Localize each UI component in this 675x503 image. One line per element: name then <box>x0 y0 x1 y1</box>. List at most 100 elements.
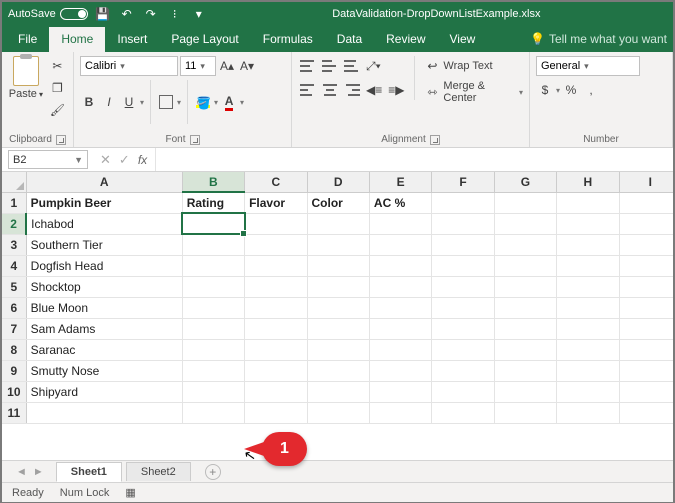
copy-icon[interactable]: ❐ <box>48 78 67 98</box>
cell-C5[interactable] <box>245 276 307 297</box>
tab-insert[interactable]: Insert <box>105 27 159 52</box>
cell-B7[interactable] <box>182 318 244 339</box>
row-header-9[interactable]: 9 <box>2 360 26 381</box>
tab-page-layout[interactable]: Page Layout <box>159 27 250 52</box>
font-size-combo[interactable]: 11▾ <box>180 56 216 76</box>
cell-F11[interactable] <box>432 402 494 423</box>
row-header-3[interactable]: 3 <box>2 234 26 255</box>
cell-E8[interactable] <box>369 339 431 360</box>
row-header-8[interactable]: 8 <box>2 339 26 360</box>
align-right-icon[interactable] <box>342 80 362 100</box>
cell-C7[interactable] <box>245 318 307 339</box>
italic-button[interactable]: I <box>100 92 118 112</box>
cell-D9[interactable] <box>307 360 369 381</box>
cell-A6[interactable]: Blue Moon <box>26 297 182 318</box>
cell-B9[interactable] <box>182 360 244 381</box>
row-header-2[interactable]: 2 <box>2 213 26 234</box>
tab-review[interactable]: Review <box>374 27 437 52</box>
cell-E10[interactable] <box>369 381 431 402</box>
dialog-launcher-icon[interactable] <box>190 135 200 145</box>
decrease-font-icon[interactable]: A▾ <box>238 56 256 76</box>
sheet-tab-1[interactable]: Sheet1 <box>56 462 122 482</box>
cell-G1[interactable] <box>494 192 556 213</box>
cell-F4[interactable] <box>432 255 494 276</box>
cell-F9[interactable] <box>432 360 494 381</box>
percent-button[interactable]: % <box>562 80 580 100</box>
spreadsheet-grid[interactable]: ABCDEFGHI1Pumpkin BeerRatingFlavorColorA… <box>2 172 673 460</box>
autosave-toggle[interactable]: AutoSave <box>8 8 88 20</box>
row-header-6[interactable]: 6 <box>2 297 26 318</box>
cell-G2[interactable] <box>494 213 556 234</box>
borders-button[interactable] <box>157 92 175 112</box>
align-center-icon[interactable] <box>320 80 340 100</box>
cell-C8[interactable] <box>245 339 307 360</box>
cell-H9[interactable] <box>557 360 619 381</box>
row-header-5[interactable]: 5 <box>2 276 26 297</box>
cell-E7[interactable] <box>369 318 431 339</box>
cell-I3[interactable] <box>619 234 673 255</box>
cell-H2[interactable] <box>557 213 619 234</box>
cell-G6[interactable] <box>494 297 556 318</box>
number-format-combo[interactable]: General▾ <box>536 56 640 76</box>
align-left-icon[interactable] <box>298 80 318 100</box>
cell-F6[interactable] <box>432 297 494 318</box>
cell-I8[interactable] <box>619 339 673 360</box>
cell-E11[interactable] <box>369 402 431 423</box>
col-header-D[interactable]: D <box>307 172 369 192</box>
col-header-F[interactable]: F <box>432 172 494 192</box>
cell-D3[interactable] <box>307 234 369 255</box>
cell-B6[interactable] <box>182 297 244 318</box>
row-header-11[interactable]: 11 <box>2 402 26 423</box>
save-icon[interactable]: 💾 <box>96 7 110 21</box>
font-name-combo[interactable]: Calibri▾ <box>80 56 178 76</box>
row-header-1[interactable]: 1 <box>2 192 26 213</box>
cell-E6[interactable] <box>369 297 431 318</box>
cell-B11[interactable] <box>182 402 244 423</box>
cell-F7[interactable] <box>432 318 494 339</box>
cell-C9[interactable] <box>245 360 307 381</box>
tell-me-search[interactable]: 💡 Tell me what you want <box>530 32 673 52</box>
cell-A8[interactable]: Saranac <box>26 339 182 360</box>
sheet-nav-next-icon[interactable]: ► <box>33 466 44 478</box>
cell-D8[interactable] <box>307 339 369 360</box>
cancel-icon[interactable]: ✕ <box>100 152 111 168</box>
increase-font-icon[interactable]: A▴ <box>218 56 236 76</box>
cell-C3[interactable] <box>245 234 307 255</box>
cell-E9[interactable] <box>369 360 431 381</box>
cell-D1[interactable]: Color <box>307 192 369 213</box>
fx-icon[interactable]: fx <box>138 153 147 167</box>
cell-G11[interactable] <box>494 402 556 423</box>
cell-A11[interactable] <box>26 402 182 423</box>
format-painter-icon[interactable]: 🖌 <box>48 100 67 120</box>
touch-mode-icon[interactable]: ⁝ <box>168 7 182 21</box>
cell-E3[interactable] <box>369 234 431 255</box>
tab-data[interactable]: Data <box>325 27 374 52</box>
cell-E5[interactable] <box>369 276 431 297</box>
cell-D10[interactable] <box>307 381 369 402</box>
currency-button[interactable]: $ <box>536 80 554 100</box>
cell-G5[interactable] <box>494 276 556 297</box>
tab-home[interactable]: Home <box>49 27 105 52</box>
cell-H6[interactable] <box>557 297 619 318</box>
col-header-G[interactable]: G <box>494 172 556 192</box>
cell-F1[interactable] <box>432 192 494 213</box>
cell-H10[interactable] <box>557 381 619 402</box>
enter-icon[interactable]: ✓ <box>119 152 130 168</box>
cell-I7[interactable] <box>619 318 673 339</box>
cell-H5[interactable] <box>557 276 619 297</box>
row-header-4[interactable]: 4 <box>2 255 26 276</box>
cell-D6[interactable] <box>307 297 369 318</box>
cell-E1[interactable]: AC % <box>369 192 431 213</box>
orientation-icon[interactable]: ⤢▾ <box>364 56 383 76</box>
cell-G9[interactable] <box>494 360 556 381</box>
undo-icon[interactable]: ↶ <box>120 7 134 21</box>
font-color-button[interactable]: A <box>220 92 238 112</box>
cell-G8[interactable] <box>494 339 556 360</box>
paste-button[interactable]: Paste▾ <box>8 56 44 100</box>
tab-file[interactable]: File <box>6 27 49 52</box>
decrease-indent-icon[interactable]: ◀≡ <box>364 80 384 100</box>
cell-C6[interactable] <box>245 297 307 318</box>
cell-E4[interactable] <box>369 255 431 276</box>
cell-H4[interactable] <box>557 255 619 276</box>
cell-F2[interactable] <box>432 213 494 234</box>
